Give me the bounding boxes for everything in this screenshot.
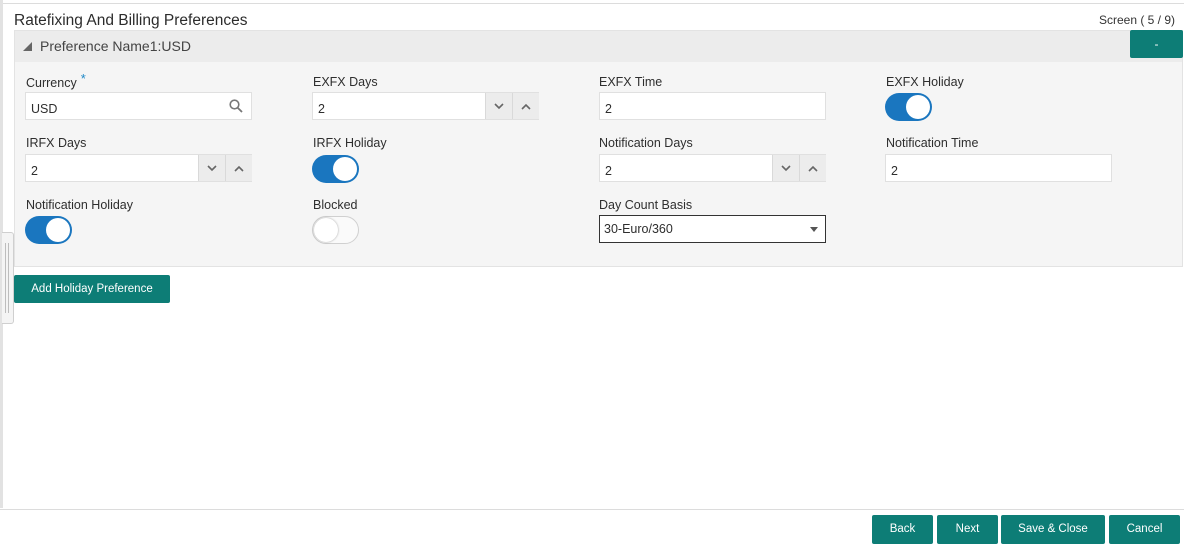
toggle-knob bbox=[333, 157, 357, 181]
exfx-time-value: 2 bbox=[605, 102, 612, 116]
chevron-down-icon[interactable] bbox=[198, 155, 225, 181]
currency-label: Currency * bbox=[26, 71, 86, 90]
notification-days-stepper[interactable]: 2 bbox=[599, 154, 826, 182]
exfx-holiday-toggle[interactable] bbox=[885, 93, 932, 121]
cancel-button[interactable]: Cancel bbox=[1109, 515, 1180, 544]
irfx-days-value: 2 bbox=[31, 164, 38, 178]
notification-time-field[interactable]: 2 bbox=[885, 154, 1112, 182]
back-button[interactable]: Back bbox=[872, 515, 933, 544]
currency-field[interactable]: USD bbox=[25, 92, 252, 120]
toggle-knob bbox=[46, 218, 70, 242]
footer-divider bbox=[0, 509, 1184, 510]
add-holiday-preference-button[interactable]: Add Holiday Preference bbox=[14, 275, 170, 303]
notification-days-value: 2 bbox=[605, 164, 612, 178]
chevron-down-icon[interactable] bbox=[772, 155, 799, 181]
panel-title: Preference Name1:USD bbox=[40, 38, 191, 54]
side-drawer-handle[interactable] bbox=[2, 232, 14, 324]
exfx-time-label: EXFX Time bbox=[599, 75, 663, 89]
exfx-holiday-label: EXFX Holiday bbox=[886, 75, 964, 89]
notification-days-label: Notification Days bbox=[599, 136, 693, 150]
day-count-basis-label: Day Count Basis bbox=[599, 198, 693, 212]
collapse-triangle-icon[interactable] bbox=[23, 42, 32, 51]
chevron-up-icon[interactable] bbox=[225, 155, 252, 181]
day-count-basis-select[interactable]: 30-Euro/360 bbox=[599, 215, 826, 243]
save-close-button[interactable]: Save & Close bbox=[1001, 515, 1105, 544]
notification-holiday-label: Notification Holiday bbox=[26, 198, 133, 212]
screen-indicator: Screen ( 5 / 9) bbox=[1098, 13, 1175, 27]
notification-time-value: 2 bbox=[891, 164, 898, 178]
top-divider bbox=[0, 3, 1184, 4]
day-count-basis-value: 30-Euro/360 bbox=[604, 222, 673, 236]
chevron-up-icon[interactable] bbox=[799, 155, 826, 181]
chevron-up-icon[interactable] bbox=[512, 93, 539, 119]
notification-time-label: Notification Time bbox=[886, 136, 979, 150]
search-icon[interactable] bbox=[229, 99, 243, 113]
chevron-down-icon[interactable] bbox=[485, 93, 512, 119]
irfx-days-label: IRFX Days bbox=[26, 136, 87, 150]
exfx-days-stepper[interactable]: 2 bbox=[312, 92, 539, 120]
collapse-panel-button[interactable]: - bbox=[1130, 30, 1183, 58]
exfx-time-field[interactable]: 2 bbox=[599, 92, 826, 120]
blocked-label: Blocked bbox=[313, 198, 358, 212]
next-button[interactable]: Next bbox=[937, 515, 998, 544]
currency-value: USD bbox=[31, 102, 58, 116]
toggle-knob bbox=[314, 218, 338, 242]
dropdown-caret-icon bbox=[810, 227, 818, 232]
blocked-toggle[interactable] bbox=[312, 216, 359, 244]
irfx-holiday-label: IRFX Holiday bbox=[313, 136, 387, 150]
exfx-days-value: 2 bbox=[318, 102, 325, 116]
irfx-days-stepper[interactable]: 2 bbox=[25, 154, 252, 182]
irfx-holiday-toggle[interactable] bbox=[312, 155, 359, 183]
required-marker: * bbox=[80, 71, 86, 86]
exfx-days-label: EXFX Days bbox=[313, 75, 378, 89]
panel-header[interactable]: Preference Name1:USD bbox=[15, 31, 1182, 62]
toggle-knob bbox=[906, 95, 930, 119]
page-title: Ratefixing And Billing Preferences bbox=[14, 12, 248, 29]
notification-holiday-toggle[interactable] bbox=[25, 216, 72, 244]
